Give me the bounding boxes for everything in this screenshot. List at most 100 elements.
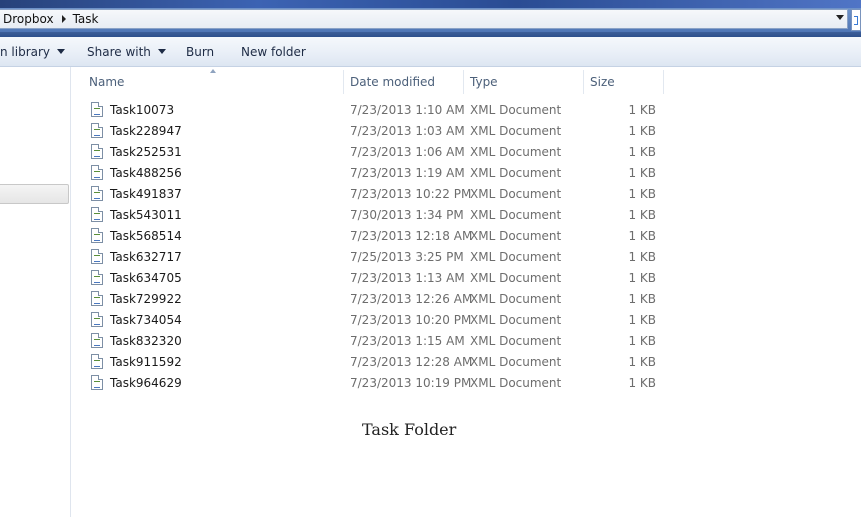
- xml-file-icon: [91, 102, 103, 117]
- file-date-modified: 7/23/2013 12:18 AM: [350, 229, 473, 243]
- file-row[interactable]: Task491837 7/23/2013 10:22 PM XML Document…: [0, 184, 861, 205]
- file-name: Task10073: [110, 103, 175, 117]
- file-row[interactable]: Task568514 7/23/2013 12:18 AM XML Document…: [0, 226, 861, 247]
- file-type: XML Document: [470, 271, 562, 285]
- file-date-modified: 7/23/2013 1:13 AM: [350, 271, 465, 285]
- column-header-size[interactable]: Size: [584, 70, 664, 94]
- xml-file-icon: [91, 186, 103, 201]
- column-header-date-modified[interactable]: Date modified: [344, 70, 464, 94]
- file-type: XML Document: [470, 103, 562, 117]
- caption-text: Task Folder: [362, 420, 457, 439]
- file-row[interactable]: Task488256 7/23/2013 1:19 AM XML Document 1…: [0, 163, 861, 184]
- file-date-modified: 7/30/2013 1:34 PM: [350, 208, 464, 222]
- xml-file-icon: [91, 312, 103, 327]
- file-type: XML Document: [470, 313, 562, 327]
- file-size: 1 KB: [628, 271, 656, 285]
- file-row[interactable]: Task632717 7/25/2013 3:25 PM XML Document 1…: [0, 247, 861, 268]
- breadcrumb-arrow-icon[interactable]: [61, 15, 66, 23]
- file-type: XML Document: [470, 166, 562, 180]
- xml-file-icon: [91, 291, 103, 306]
- burn-button[interactable]: Burn: [186, 45, 214, 59]
- file-type: XML Document: [470, 208, 562, 222]
- file-name: Task252531: [110, 145, 182, 159]
- chevron-down-icon: [57, 49, 66, 54]
- command-bar: n library Share with Burn New folder: [0, 37, 861, 67]
- xml-file-icon: [91, 207, 103, 222]
- file-size: 1 KB: [628, 250, 656, 264]
- file-date-modified: 7/23/2013 1:19 AM: [350, 166, 465, 180]
- file-row[interactable]: Task543011 7/30/2013 1:34 PM XML Document 1…: [0, 205, 861, 226]
- file-name: Task543011: [110, 208, 182, 222]
- file-size: 1 KB: [628, 229, 656, 243]
- file-date-modified: 7/23/2013 1:15 AM: [350, 334, 465, 348]
- file-row[interactable]: Task228947 7/23/2013 1:03 AM XML Document 1…: [0, 121, 861, 142]
- file-row[interactable]: Task832320 7/23/2013 1:15 AM XML Document 1…: [0, 331, 861, 352]
- xml-file-icon: [91, 270, 103, 285]
- xml-file-icon: [91, 123, 103, 138]
- file-type: XML Document: [470, 292, 562, 306]
- file-row[interactable]: Task252531 7/23/2013 1:06 AM XML Document 1…: [0, 142, 861, 163]
- refresh-button[interactable]: [851, 9, 861, 31]
- file-size: 1 KB: [628, 355, 656, 369]
- file-size: 1 KB: [628, 103, 656, 117]
- xml-file-icon: [91, 228, 103, 243]
- file-date-modified: 7/23/2013 12:26 AM: [350, 292, 473, 306]
- file-size: 1 KB: [628, 376, 656, 390]
- include-in-library-label: n library: [0, 45, 51, 59]
- file-row[interactable]: Task10073 7/23/2013 1:10 AM XML Document 1 …: [0, 100, 861, 121]
- address-bar[interactable]: Dropbox Task: [0, 9, 848, 29]
- file-type: XML Document: [470, 250, 562, 264]
- file-name: Task488256: [110, 166, 182, 180]
- file-name: Task734054: [110, 313, 182, 327]
- file-type: XML Document: [470, 187, 562, 201]
- xml-file-icon: [91, 144, 103, 159]
- file-date-modified: 7/23/2013 10:19 PM: [350, 376, 472, 390]
- file-row[interactable]: Task729922 7/23/2013 12:26 AM XML Document…: [0, 289, 861, 310]
- chevron-down-icon: [157, 49, 166, 54]
- address-row: Dropbox Task: [0, 8, 861, 32]
- file-row[interactable]: Task911592 7/23/2013 12:28 AM XML Document…: [0, 352, 861, 373]
- file-type: XML Document: [470, 145, 562, 159]
- file-date-modified: 7/23/2013 10:20 PM: [350, 313, 472, 327]
- file-date-modified: 7/23/2013 10:22 PM: [350, 187, 472, 201]
- file-name: Task832320: [110, 334, 182, 348]
- file-size: 1 KB: [628, 313, 656, 327]
- file-size: 1 KB: [628, 292, 656, 306]
- file-type: XML Document: [470, 355, 562, 369]
- xml-file-icon: [91, 333, 103, 348]
- file-name: Task634705: [110, 271, 182, 285]
- window-frame: [0, 0, 861, 8]
- file-type: XML Document: [470, 124, 562, 138]
- file-row[interactable]: Task634705 7/23/2013 1:13 AM XML Document 1…: [0, 268, 861, 289]
- file-date-modified: 7/23/2013 1:06 AM: [350, 145, 465, 159]
- xml-file-icon: [91, 354, 103, 369]
- file-name: Task568514: [110, 229, 182, 243]
- include-in-library-button[interactable]: n library: [0, 45, 66, 59]
- file-type: XML Document: [470, 229, 562, 243]
- breadcrumb-dropbox[interactable]: Dropbox: [0, 12, 54, 26]
- file-type: XML Document: [470, 334, 562, 348]
- new-folder-button[interactable]: New folder: [241, 45, 306, 59]
- file-name: Task911592: [110, 355, 182, 369]
- file-date-modified: 7/23/2013 1:03 AM: [350, 124, 465, 138]
- file-row[interactable]: Task734054 7/23/2013 10:20 PM XML Document…: [0, 310, 861, 331]
- file-date-modified: 7/25/2013 3:25 PM: [350, 250, 464, 264]
- file-date-modified: 7/23/2013 1:10 AM: [350, 103, 465, 117]
- file-name: Task632717: [110, 250, 182, 264]
- breadcrumb-task[interactable]: Task: [73, 12, 99, 26]
- file-size: 1 KB: [628, 208, 656, 222]
- xml-file-icon: [91, 165, 103, 180]
- share-with-button[interactable]: Share with: [87, 45, 166, 59]
- address-dropdown-icon[interactable]: [836, 15, 844, 20]
- column-header-name[interactable]: Name: [83, 70, 344, 94]
- column-header-type[interactable]: Type: [464, 70, 584, 94]
- file-row[interactable]: Task964629 7/23/2013 10:19 PM XML Document…: [0, 373, 861, 394]
- file-size: 1 KB: [628, 166, 656, 180]
- file-type: XML Document: [470, 376, 562, 390]
- file-size: 1 KB: [628, 145, 656, 159]
- file-date-modified: 7/23/2013 12:28 AM: [350, 355, 473, 369]
- share-with-label: Share with: [87, 45, 151, 59]
- file-name: Task228947: [110, 124, 182, 138]
- file-name: Task964629: [110, 376, 182, 390]
- file-name: Task491837: [110, 187, 182, 201]
